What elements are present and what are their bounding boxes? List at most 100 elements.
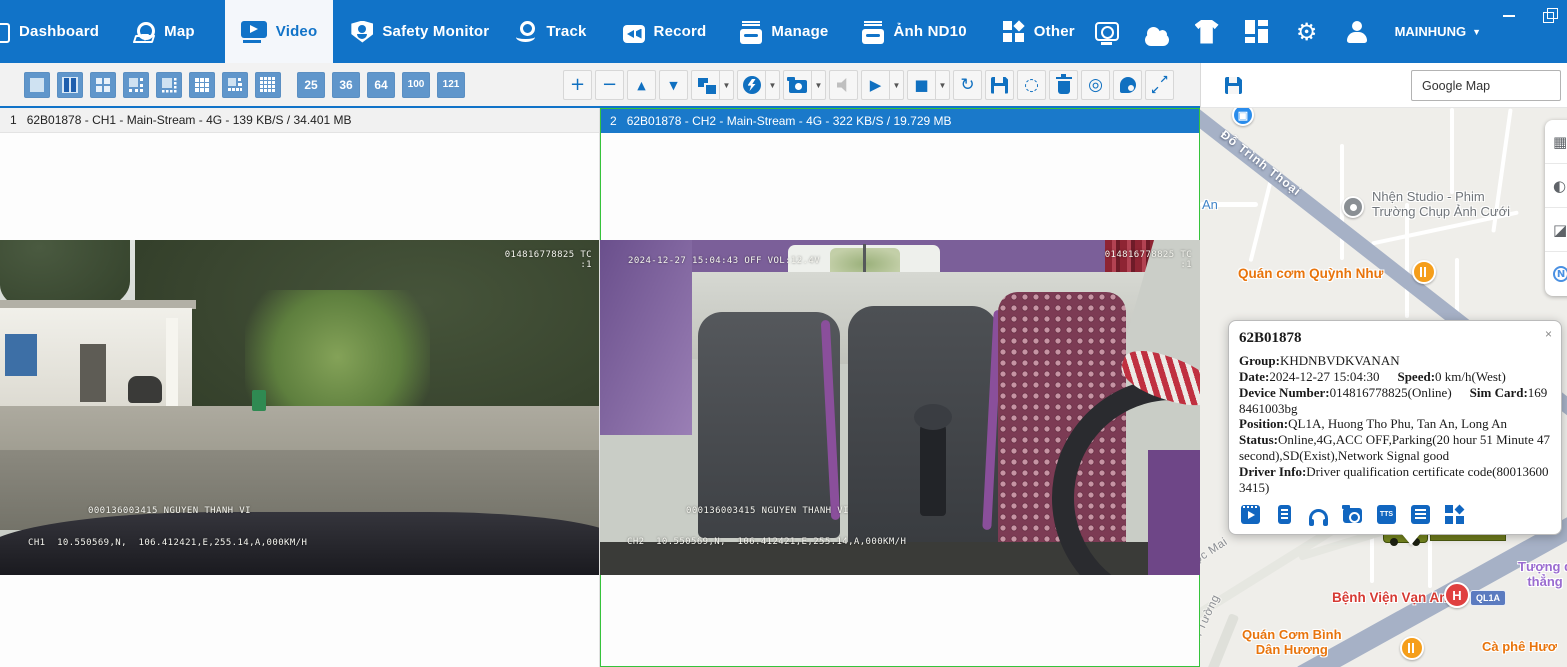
nav-item-other[interactable]: Other	[997, 0, 1081, 63]
nav-item-manage[interactable]: Manage	[734, 0, 834, 63]
nav-item-safety-monitor[interactable]: Safety Monitor	[345, 0, 495, 63]
layout-grid-icon[interactable]	[1245, 20, 1269, 44]
video-pane-1[interactable]: 1 62B01878 - CH1 - Main-Stream - 4G - 13…	[0, 108, 600, 667]
window-controls	[1503, 8, 1557, 22]
gear-icon[interactable]: ⚙	[1295, 20, 1319, 44]
more-apps-icon[interactable]	[1445, 505, 1464, 524]
audio-mute-button[interactable]	[829, 70, 858, 100]
layout-36-button[interactable]: 36	[332, 72, 360, 98]
playback-controls: + − ▲ ▼ ▼ ▼ ▼ ▶▼ ■▼ ↻ ◌ ◎	[563, 70, 1174, 100]
nav-label: Record	[654, 23, 707, 40]
layout-split-4-button[interactable]	[90, 72, 116, 98]
video-index: 1	[10, 113, 17, 127]
report-icon[interactable]	[1411, 505, 1430, 524]
poi-marker-blue[interactable]: ▣	[1232, 108, 1254, 126]
minimize-icon[interactable]	[1503, 8, 1517, 22]
satellite-layer-button[interactable]: ◐	[1545, 164, 1567, 208]
3d-buildings-button[interactable]: ◪	[1545, 208, 1567, 252]
layout-64-button[interactable]: 64	[367, 72, 395, 98]
polling-button[interactable]: ◌	[1017, 70, 1046, 100]
transit-layer-button[interactable]: ▦	[1545, 120, 1567, 164]
snapshot-button[interactable]	[783, 70, 812, 100]
layout-100-button[interactable]: 100	[402, 72, 430, 98]
map-toolbar: Google Map	[1200, 63, 1567, 108]
archive-icon	[862, 29, 884, 44]
device-monitor-icon[interactable]	[1095, 22, 1119, 41]
nav-item-anh-nd10[interactable]: Ảnh ND10	[856, 0, 972, 63]
video-2-datetime-overlay: 2024-12-27 15:04:43 OFF VOL:12.4V	[628, 256, 820, 266]
popup-position-row: Position:QL1A, Huong Tho Phu, Tan An, Lo…	[1239, 416, 1551, 432]
chevron-down-icon[interactable]: ▼	[812, 70, 826, 100]
nav-label: Map	[164, 23, 195, 40]
nav-right-cluster: ⚙ MAINHUNG ▼	[1095, 0, 1481, 63]
popup-title: 62B01878	[1239, 330, 1551, 347]
video-play-icon[interactable]	[1241, 505, 1260, 524]
nav-item-video[interactable]: Video	[225, 0, 334, 63]
previous-group-button[interactable]: ▲	[627, 70, 656, 100]
video-pane-2[interactable]: 2 62B01878 - CH2 - Main-Stream - 4G - 32…	[600, 108, 1200, 667]
close-icon[interactable]: ×	[1545, 328, 1552, 340]
layout-split-6-button[interactable]	[123, 72, 149, 98]
restore-window-icon[interactable]	[1543, 8, 1557, 22]
chevron-down-icon[interactable]: ▼	[890, 70, 904, 100]
color-palette-button[interactable]	[1113, 70, 1142, 100]
chevron-down-icon[interactable]: ▼	[936, 70, 950, 100]
snapshot-icon[interactable]	[1343, 508, 1362, 523]
hospital-marker[interactable]: H	[1444, 582, 1470, 608]
clear-all-button[interactable]	[1049, 70, 1078, 100]
remove-window-button[interactable]: −	[595, 70, 624, 100]
popup-device-row: Device Number:014816778825(Online)Sim Ca…	[1239, 385, 1551, 417]
layout-split-8-button[interactable]	[156, 72, 182, 98]
fullscreen-button[interactable]	[1145, 70, 1174, 100]
map-save-icon[interactable]	[1225, 77, 1242, 94]
settings-ring-button[interactable]: ◎	[1081, 70, 1110, 100]
theme-shirt-icon[interactable]	[1195, 20, 1219, 44]
nav-item-record[interactable]: Record	[617, 0, 713, 63]
video-icon	[241, 21, 267, 43]
add-window-button[interactable]: +	[563, 70, 592, 100]
layout-split-13-button[interactable]	[222, 72, 248, 98]
stream-type-button[interactable]	[737, 70, 766, 100]
popup-group-row: Group:KHDNBVDKVANAN	[1239, 353, 1551, 369]
restaurant-marker-1[interactable]	[1412, 260, 1436, 284]
cloud-icon[interactable]	[1145, 34, 1169, 46]
layout-split-9-button[interactable]	[189, 72, 215, 98]
dashboard-icon	[0, 21, 10, 43]
layout-25-button[interactable]: 25	[297, 72, 325, 98]
nav-label: Other	[1034, 23, 1075, 40]
user-menu[interactable]: MAINHUNG ▼	[1395, 24, 1481, 39]
nav-item-track[interactable]: Track	[509, 0, 592, 63]
video-1-title-bar: 1 62B01878 - CH1 - Main-Stream - 4G - 13…	[0, 108, 599, 133]
stop-button[interactable]: ■	[907, 70, 936, 100]
road-label-do-trinh-thoai: Đỗ Trình Thoại	[1218, 127, 1304, 198]
map-panel[interactable]: Đỗ Trình Thoại An ▣ Nhện Studio - PhimTr…	[1200, 108, 1567, 667]
refresh-button[interactable]: ↻	[953, 70, 982, 100]
user-avatar-icon[interactable]	[1345, 20, 1369, 44]
video-toolbar: 25 36 64 100 121 + − ▲ ▼ ▼ ▼ ▼ ▶▼ ■▼ ↻ ◌…	[0, 63, 1200, 108]
save-button[interactable]	[985, 70, 1014, 100]
chevron-down-icon[interactable]: ▼	[720, 70, 734, 100]
chevron-down-icon[interactable]: ▼	[766, 70, 780, 100]
video-1-frame: 014816778825 TC:1 000136003415 NGUYEN TH…	[0, 240, 600, 575]
map-label-statue: Tượng đthẳng	[1518, 560, 1567, 590]
next-group-button[interactable]: ▼	[659, 70, 688, 100]
map-provider-select[interactable]: Google Map	[1411, 70, 1561, 101]
layout-split-2-button[interactable]	[57, 72, 83, 98]
listen-icon[interactable]	[1309, 509, 1328, 522]
tts-icon[interactable]: TTS	[1377, 505, 1396, 524]
intercom-icon[interactable]	[1278, 505, 1291, 524]
nav-item-dashboard[interactable]: Dashboard	[0, 0, 105, 63]
nav-item-map[interactable]: Map	[127, 0, 201, 63]
map-pin-icon	[133, 21, 155, 43]
poi-marker-studio[interactable]	[1342, 196, 1364, 218]
play-button[interactable]: ▶	[861, 70, 890, 100]
map-label-studio: Nhện Studio - PhimTrường Chụp Ảnh Cưới	[1372, 190, 1510, 220]
window-layout-button[interactable]	[691, 70, 720, 100]
nav-label: Dashboard	[19, 23, 99, 40]
layout-split-16-button[interactable]	[255, 72, 281, 98]
rotate-north-icon[interactable]: N	[1545, 252, 1567, 296]
restaurant-marker-2[interactable]	[1400, 636, 1424, 660]
layout-121-button[interactable]: 121	[437, 72, 465, 98]
layout-split-1-button[interactable]	[24, 72, 50, 98]
video-1-device-overlay: 014816778825 TC:1	[505, 250, 592, 270]
